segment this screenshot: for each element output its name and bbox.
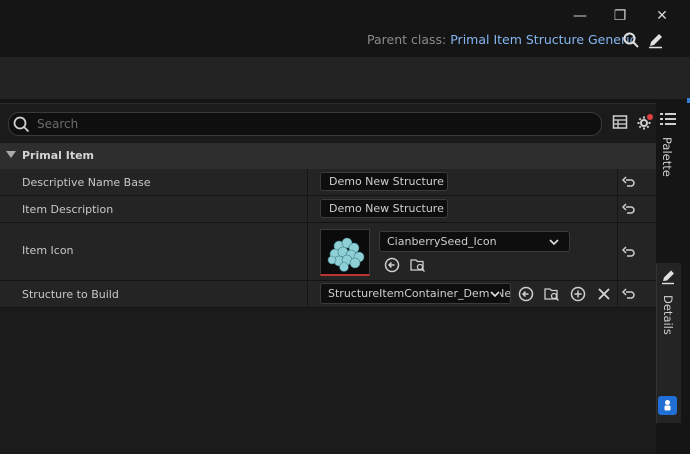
person-icon	[664, 400, 671, 411]
structure-to-build-value: StructureItemContainer_DemoNewStructure	[328, 287, 511, 300]
add-icon[interactable]	[570, 286, 586, 302]
details-panel: Primal Item Descriptive Name Base Demo N…	[0, 103, 656, 454]
clear-icon[interactable]	[596, 286, 612, 302]
property-row-item-icon: Item Icon CianberrySeed_Icon	[0, 223, 656, 281]
pencil-icon[interactable]	[647, 31, 665, 49]
search-icon	[13, 116, 30, 133]
search-input[interactable]	[35, 114, 589, 134]
column-divider[interactable]	[307, 223, 308, 280]
reset-arrow-icon[interactable]	[622, 202, 636, 216]
use-selected-icon[interactable]	[518, 286, 534, 302]
item-description-field[interactable]: Demo New Structure	[320, 199, 448, 218]
list-icon	[660, 113, 676, 125]
table-view-icon[interactable]	[612, 114, 628, 130]
reset-arrow-icon[interactable]	[622, 287, 636, 301]
column-divider[interactable]	[307, 169, 308, 195]
use-selected-icon[interactable]	[384, 257, 400, 273]
column-divider[interactable]	[307, 196, 308, 222]
settings-gear-icon[interactable]	[636, 113, 654, 131]
reset-arrow-icon[interactable]	[622, 175, 636, 189]
column-divider[interactable]	[307, 281, 308, 307]
search-icon[interactable]	[622, 31, 640, 49]
title-bar: — ❐ ✕ Parent class: Primal Item Structure…	[0, 0, 690, 57]
property-row-structure-to-build: Structure to Build StructureItemContaine…	[0, 281, 656, 308]
item-icon-combo[interactable]: CianberrySeed_Icon	[379, 231, 570, 252]
property-name: Item Description	[22, 203, 114, 216]
toolbar-band	[0, 57, 690, 99]
restore-button[interactable]: ❐	[609, 6, 631, 26]
property-name: Item Icon	[22, 244, 74, 257]
structure-to-build-combo[interactable]: StructureItemContainer_DemoNewStructure	[320, 283, 511, 304]
tab-palette-label: Palette	[660, 137, 674, 177]
parent-class-link[interactable]: Primal Item Structure Generic	[450, 32, 636, 47]
column-divider	[617, 169, 618, 195]
descriptive-name-field[interactable]: Demo New Structure	[320, 172, 448, 191]
item-icon-value: CianberrySeed_Icon	[387, 235, 497, 248]
tab-palette[interactable]: Palette	[656, 103, 690, 261]
property-row-item-description: Item Description Demo New Structure	[0, 196, 656, 223]
pencil-icon	[662, 270, 674, 285]
property-name: Descriptive Name Base	[22, 176, 151, 189]
column-divider	[617, 281, 618, 307]
parent-class-info: Parent class: Primal Item Structure Gener…	[367, 32, 636, 47]
item-icon-thumbnail[interactable]	[320, 229, 370, 276]
minimize-button[interactable]: —	[569, 6, 591, 26]
close-button[interactable]: ✕	[651, 6, 673, 26]
category-label: Primal Item	[22, 149, 95, 162]
browse-icon[interactable]	[410, 257, 426, 273]
expand-arrow-icon[interactable]	[6, 151, 16, 158]
search-box[interactable]	[8, 112, 602, 136]
chevron-down-icon	[490, 289, 500, 299]
column-divider	[617, 196, 618, 222]
chevron-down-icon	[549, 239, 559, 246]
column-divider	[617, 223, 618, 280]
property-row-descriptive-name: Descriptive Name Base Demo New Structure	[0, 169, 656, 196]
category-header[interactable]: Primal Item	[0, 143, 656, 169]
tab-details-label: Details	[661, 295, 675, 335]
seed-cluster-icon	[321, 230, 369, 274]
user-badge[interactable]	[658, 396, 677, 415]
parent-class-label: Parent class:	[367, 32, 447, 47]
reset-arrow-icon[interactable]	[622, 245, 636, 259]
property-name: Structure to Build	[22, 288, 119, 301]
browse-icon[interactable]	[544, 286, 560, 302]
